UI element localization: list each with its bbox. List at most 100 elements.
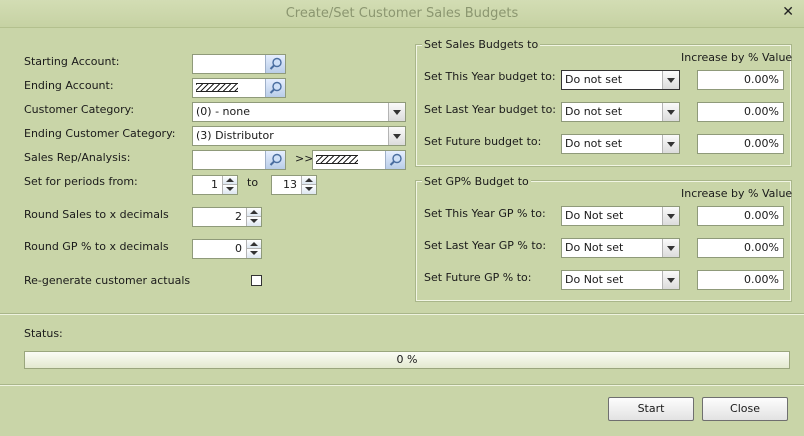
sales-future-value: Do not set (565, 137, 623, 150)
divider (0, 384, 804, 386)
search-icon[interactable] (385, 151, 405, 169)
spinner[interactable] (246, 208, 261, 226)
chevron-down-icon[interactable] (662, 135, 679, 153)
sales-last-year-pct-input[interactable]: 0.00% (697, 102, 784, 122)
spinner[interactable] (301, 176, 316, 194)
starting-account-label: Starting Account: (24, 55, 120, 68)
gp-last-year-pct: 0.00% (744, 241, 779, 254)
spin-down-icon[interactable] (223, 185, 237, 194)
ending-customer-category-value: (3) Distributor (196, 129, 274, 142)
spinner[interactable] (246, 240, 261, 258)
masked-value-pattern (196, 83, 238, 92)
spinner[interactable] (222, 176, 237, 194)
spin-up-icon[interactable] (247, 208, 261, 217)
chevron-down-icon[interactable] (388, 103, 405, 121)
sales-this-year-select[interactable]: Do not set (561, 70, 680, 90)
round-gp-value: 0 (235, 242, 242, 255)
round-sales-label: Round Sales to x decimals (24, 208, 169, 221)
period-to-label: to (247, 176, 259, 189)
search-icon[interactable] (265, 151, 285, 169)
sales-last-year-value: Do not set (565, 105, 623, 118)
gp-this-year-select[interactable]: Do Not set (561, 206, 680, 226)
chevron-down-icon[interactable] (662, 103, 679, 121)
gp-last-year-value: Do Not set (565, 241, 624, 254)
period-to-stepper[interactable]: 13 (271, 175, 317, 195)
gp-future-pct-input[interactable]: 0.00% (697, 270, 784, 290)
starting-account-input[interactable] (192, 54, 286, 74)
regen-label: Re-generate customer actuals (24, 274, 191, 287)
ending-customer-category-select[interactable]: (3) Distributor (192, 126, 406, 146)
chevron-down-icon[interactable] (662, 271, 679, 289)
round-gp-label: Round GP % to x decimals (24, 240, 169, 253)
close-window-icon[interactable]: ✕ (782, 4, 794, 20)
regen-checkbox[interactable] (251, 275, 262, 286)
gp-last-year-select[interactable]: Do Not set (561, 238, 680, 258)
sales-row-label: Set Last Year budget to: (424, 103, 556, 116)
round-sales-value: 2 (235, 210, 242, 223)
sales-budgets-title: Set Sales Budgets to (422, 38, 541, 51)
gp-row-label: Set Last Year GP % to: (424, 239, 547, 252)
window-title: Create/Set Customer Sales Budgets (285, 6, 519, 21)
gp-row-label: Set This Year GP % to: (424, 207, 546, 220)
title-bar: Create/Set Customer Sales Budgets ✕ (0, 0, 804, 28)
gp-this-year-value: Do Not set (565, 209, 624, 222)
progress-bar: 0 % (24, 351, 790, 369)
status-label: Status: (24, 327, 63, 340)
ending-account-label: Ending Account: (24, 79, 114, 92)
spin-up-icon[interactable] (302, 176, 316, 185)
gp-last-year-pct-input[interactable]: 0.00% (697, 238, 784, 258)
search-icon[interactable] (265, 55, 285, 73)
chevron-down-icon[interactable] (662, 71, 679, 89)
customer-category-select[interactable]: (0) - none (192, 102, 406, 122)
gp-budgets-title: Set GP% Budget to (422, 175, 531, 188)
spin-down-icon[interactable] (247, 217, 261, 226)
close-button[interactable]: Close (702, 397, 788, 421)
spin-down-icon[interactable] (247, 249, 261, 258)
divider (0, 313, 804, 315)
ending-account-input[interactable] (192, 78, 286, 98)
sales-this-year-value: Do not set (565, 73, 623, 86)
sales-last-year-pct: 0.00% (744, 105, 779, 118)
sales-rep-to-input[interactable] (312, 150, 406, 170)
customer-category-value: (0) - none (196, 105, 250, 118)
sales-future-pct: 0.00% (744, 137, 779, 150)
sales-rep-from-input[interactable] (192, 150, 286, 170)
chevron-down-icon[interactable] (388, 127, 405, 145)
period-to-value: 13 (283, 178, 297, 191)
gp-future-pct: 0.00% (744, 273, 779, 286)
round-sales-stepper[interactable]: 2 (192, 207, 262, 227)
sales-this-year-pct-input[interactable]: 0.00% (697, 70, 784, 90)
sales-increase-header: Increase by % Value (681, 51, 793, 64)
sales-this-year-pct: 0.00% (744, 73, 779, 86)
masked-value-pattern (316, 155, 358, 164)
sales-rep-to-value (316, 151, 358, 169)
gp-row-label: Set Future GP % to: (424, 271, 532, 284)
period-from-stepper[interactable]: 1 (192, 175, 238, 195)
customer-category-label: Customer Category: (24, 103, 135, 116)
gp-increase-header: Increase by % Value (681, 187, 793, 200)
sales-row-label: Set Future budget to: (424, 135, 542, 148)
start-button[interactable]: Start (608, 397, 694, 421)
search-icon[interactable] (265, 79, 285, 97)
chevron-down-icon[interactable] (662, 239, 679, 257)
gp-future-select[interactable]: Do Not set (561, 270, 680, 290)
periods-label: Set for periods from: (24, 175, 138, 188)
period-from-value: 1 (211, 178, 218, 191)
sales-last-year-select[interactable]: Do not set (561, 102, 680, 122)
sales-row-label: Set This Year budget to: (424, 70, 556, 83)
progress-text: 0 % (396, 353, 418, 366)
chevron-down-icon[interactable] (662, 207, 679, 225)
gp-this-year-pct: 0.00% (744, 209, 779, 222)
sales-future-select[interactable]: Do not set (561, 134, 680, 154)
gp-this-year-pct-input[interactable]: 0.00% (697, 206, 784, 226)
spin-up-icon[interactable] (223, 176, 237, 185)
round-gp-stepper[interactable]: 0 (192, 239, 262, 259)
ending-account-value (196, 79, 238, 97)
ending-customer-category-label: Ending Customer Category: (24, 127, 176, 140)
sales-rep-range-separator: >> (295, 152, 314, 165)
spin-down-icon[interactable] (302, 185, 316, 194)
spin-up-icon[interactable] (247, 240, 261, 249)
sales-future-pct-input[interactable]: 0.00% (697, 134, 784, 154)
gp-future-value: Do Not set (565, 273, 624, 286)
sales-rep-label: Sales Rep/Analysis: (24, 151, 131, 164)
